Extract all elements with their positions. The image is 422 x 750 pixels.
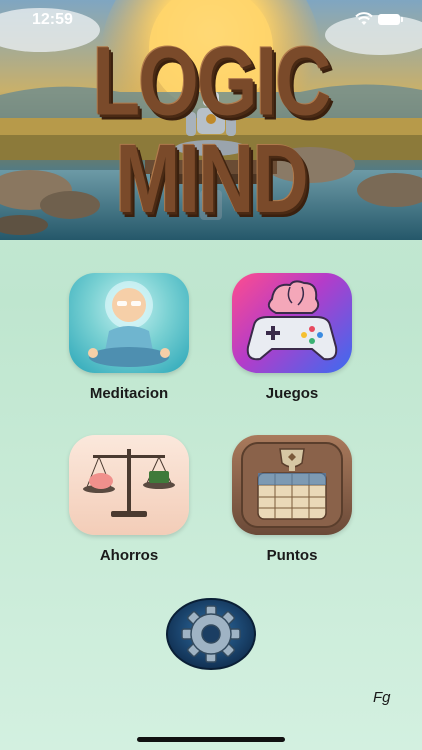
- gear-icon[interactable]: [166, 598, 256, 670]
- tile-label: Juegos: [265, 385, 319, 402]
- tile-ahorros[interactable]: Ahorros: [67, 435, 191, 564]
- home-indicator: [137, 737, 285, 742]
- brain-gamepad-icon[interactable]: [232, 273, 352, 373]
- app-title: LOGIC MIND: [92, 25, 332, 234]
- tile-label: Puntos: [266, 547, 318, 564]
- settings-button[interactable]: [166, 598, 256, 670]
- tile-label: Meditacion: [89, 385, 169, 402]
- tile-puntos[interactable]: Puntos: [230, 435, 354, 564]
- tile-meditacion[interactable]: Meditacion: [67, 273, 191, 402]
- meditation-icon[interactable]: [69, 273, 189, 373]
- tile-juegos[interactable]: Juegos: [230, 273, 354, 402]
- wifi-icon: [355, 12, 373, 25]
- status-bar: 12:59: [0, 0, 422, 40]
- status-time: 12:59: [32, 11, 73, 28]
- battery-icon: [378, 14, 403, 25]
- signature-text: Fg: [373, 689, 391, 706]
- trophy-scoreboard-icon[interactable]: [232, 435, 352, 535]
- balance-scale-icon[interactable]: [69, 435, 189, 535]
- tile-label: Ahorros: [99, 547, 159, 564]
